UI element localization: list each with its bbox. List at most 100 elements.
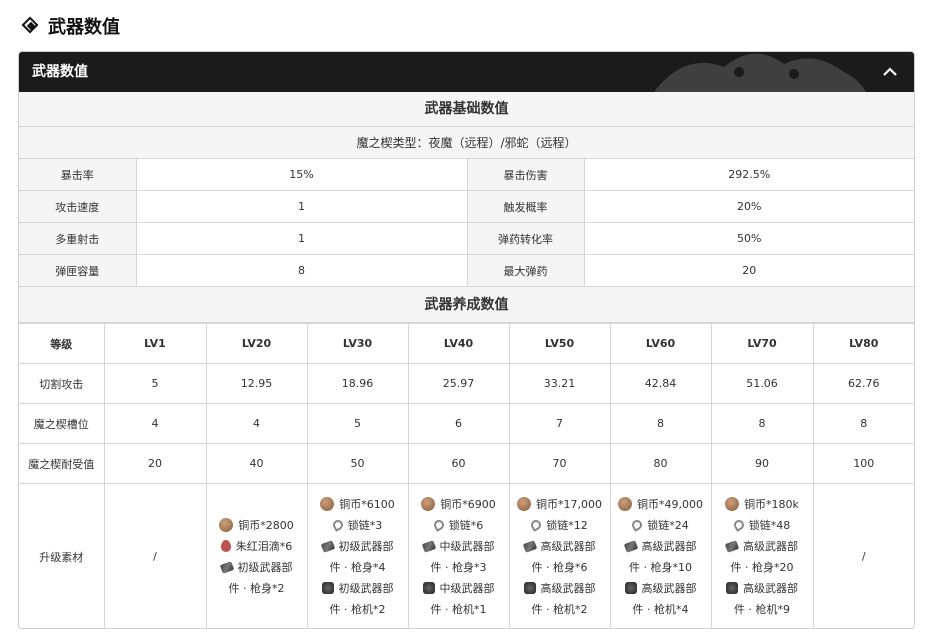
level-header: LV60 — [609, 323, 712, 364]
material-item: 初级武器部 — [320, 536, 394, 557]
material-text: 铜币*17,000 — [536, 497, 602, 511]
coin-icon — [219, 518, 234, 532]
material-item: 铜币*49,000 — [618, 494, 703, 515]
materials-cell: 铜币*6100 锁链*3 初级武器部件 · 枪身*4 初级武器部件 · 枪机*2 — [306, 483, 409, 628]
weapon-part-icon — [522, 539, 537, 553]
weapon-part-icon — [320, 539, 335, 553]
growth-value: 20 — [103, 443, 207, 484]
material-item: 铜币*17,000 — [517, 494, 602, 515]
material-text: 初级武器部 — [338, 581, 394, 595]
weapon-stats-panel: 武器数值 武器基础数值 魔之楔类型：夜魔（远程）/邪蛇（远程） 暴击率 15% 暴击… — [18, 51, 915, 629]
material-text: 铜币*2800 — [238, 518, 294, 532]
material-text: 件 · 枪机*9 — [734, 602, 790, 616]
growth-header-row: 等级 LV1 LV20 LV30 LV40 LV50 LV60 LV70 LV80 — [19, 323, 914, 364]
material-item: 件 · 枪机*1 — [431, 599, 487, 620]
coin-icon — [421, 497, 436, 511]
base-stats-table: 暴击率 15% 暴击伤害 292.5% 攻击速度 1 触发概率 20% 多重射击 1 弹药转化率 50… — [19, 159, 914, 287]
stat-value: 1 — [135, 190, 468, 223]
material-item: 高级武器部 — [724, 536, 798, 557]
growth-row-label: 魔之楔耐受值 — [19, 443, 105, 484]
material-text: 件 · 枪身*6 — [531, 560, 588, 574]
level-column-header: 等级 — [19, 323, 105, 364]
materials-cell: / — [812, 483, 914, 628]
material-item: 初级武器部 — [321, 578, 394, 599]
coin-icon — [517, 497, 531, 511]
material-item: 铜币*180k — [725, 494, 799, 515]
material-item: 件 · 枪机*2 — [330, 599, 386, 620]
material-item: 件 · 枪身*10 — [629, 557, 692, 578]
base-stat-row: 弹匣容量 8 最大弹药 20 — [19, 254, 914, 287]
materials-cell: 铜币*17,000 锁链*12 高级武器部件 · 枪身*6 高级武器部件 · 枪机*2 — [508, 483, 611, 628]
growth-value: 8 — [609, 403, 712, 444]
material-item: 件 · 枪身*3 — [431, 557, 487, 578]
material-text: 锁链*48 — [748, 518, 791, 532]
material-text: 件 · 枪身*20 — [730, 560, 794, 574]
growth-value: 60 — [407, 443, 510, 484]
stat-value: 50% — [583, 222, 914, 255]
material-item: 件 · 枪身*4 — [330, 557, 386, 578]
trigger-icon — [726, 582, 738, 594]
material-text: 件 · 枪机*4 — [632, 602, 689, 616]
stat-value: 1 — [135, 222, 468, 255]
material-text: 锁链*24 — [647, 518, 689, 532]
growth-value: 18.96 — [306, 363, 409, 404]
stat-label: 触发概率 — [466, 190, 585, 223]
material-text: 初级武器部 — [338, 539, 394, 553]
growth-value: 40 — [205, 443, 308, 484]
base-stat-row: 攻击速度 1 触发概率 20% — [19, 190, 914, 223]
growth-value: 5 — [103, 363, 207, 404]
material-text: 中级武器部 — [439, 539, 495, 553]
growth-row: 魔之楔耐受值 20 40 50 60 70 80 90 100 — [19, 443, 914, 484]
material-item: 初级武器部 — [219, 557, 293, 578]
material-item: 件 · 枪机*4 — [633, 599, 689, 620]
growth-value: 4 — [103, 403, 207, 444]
material-text: 件 · 枪身*4 — [329, 560, 386, 574]
level-header: LV40 — [407, 323, 510, 364]
page-title: 武器数值 — [48, 17, 120, 38]
section-title-growth: 武器养成数值 — [19, 287, 914, 323]
stat-label: 最大弹药 — [466, 254, 585, 287]
material-text: 铜币*6900 — [440, 497, 496, 511]
materials-cell: / — [103, 483, 207, 628]
material-item: 件 · 枪身*20 — [731, 557, 794, 578]
material-text: 锁链*3 — [347, 518, 383, 532]
panel-header[interactable]: 武器数值 — [19, 52, 914, 92]
growth-value: 8 — [812, 403, 914, 444]
material-item: 高级武器部 — [523, 578, 596, 599]
stat-label: 多重射击 — [19, 222, 137, 255]
growth-value: 8 — [710, 403, 814, 444]
material-item: 高级武器部 — [522, 536, 596, 557]
growth-row: 魔之楔槽位 4 4 5 6 7 8 8 8 — [19, 403, 914, 444]
tear-icon — [220, 540, 231, 552]
material-text: 初级武器部 — [237, 560, 293, 574]
material-text: 中级武器部 — [439, 581, 495, 595]
growth-value: 90 — [710, 443, 814, 484]
growth-stats-table: 等级 LV1 LV20 LV30 LV40 LV50 LV60 LV70 LV80 切割攻击 5 12… — [19, 323, 914, 628]
material-item: 锁链*3 — [330, 515, 383, 536]
coin-icon — [320, 497, 335, 511]
material-item: 锁链*24 — [630, 515, 689, 536]
material-item: 铜币*6100 — [320, 494, 395, 515]
level-header: LV30 — [306, 323, 409, 364]
coin-icon — [725, 497, 740, 511]
weapon-part-icon — [623, 539, 638, 553]
trigger-icon — [624, 582, 637, 594]
stat-value: 20 — [583, 254, 914, 287]
growth-value: 70 — [508, 443, 611, 484]
stat-value: 15% — [135, 159, 468, 191]
stat-label: 暴击率 — [19, 159, 137, 191]
material-text: 高级武器部 — [641, 539, 697, 553]
growth-value: 33.21 — [508, 363, 611, 404]
material-text: 件 · 枪身*3 — [430, 560, 487, 574]
growth-value: 62.76 — [812, 363, 914, 404]
chevron-up-icon[interactable] — [880, 62, 900, 82]
material-item: 件 · 枪机*9 — [734, 599, 790, 620]
growth-value: 4 — [205, 403, 308, 444]
demon-wedge-types: 魔之楔类型：夜魔（远程）/邪蛇（远程） — [19, 127, 914, 159]
material-item: 铜币*2800 — [219, 515, 294, 536]
growth-value: 7 — [508, 403, 611, 444]
chain-icon — [731, 518, 746, 532]
material-text: 件 · 枪机*2 — [531, 602, 588, 616]
growth-value: 50 — [306, 443, 409, 484]
material-item: 锁链*6 — [431, 515, 483, 536]
